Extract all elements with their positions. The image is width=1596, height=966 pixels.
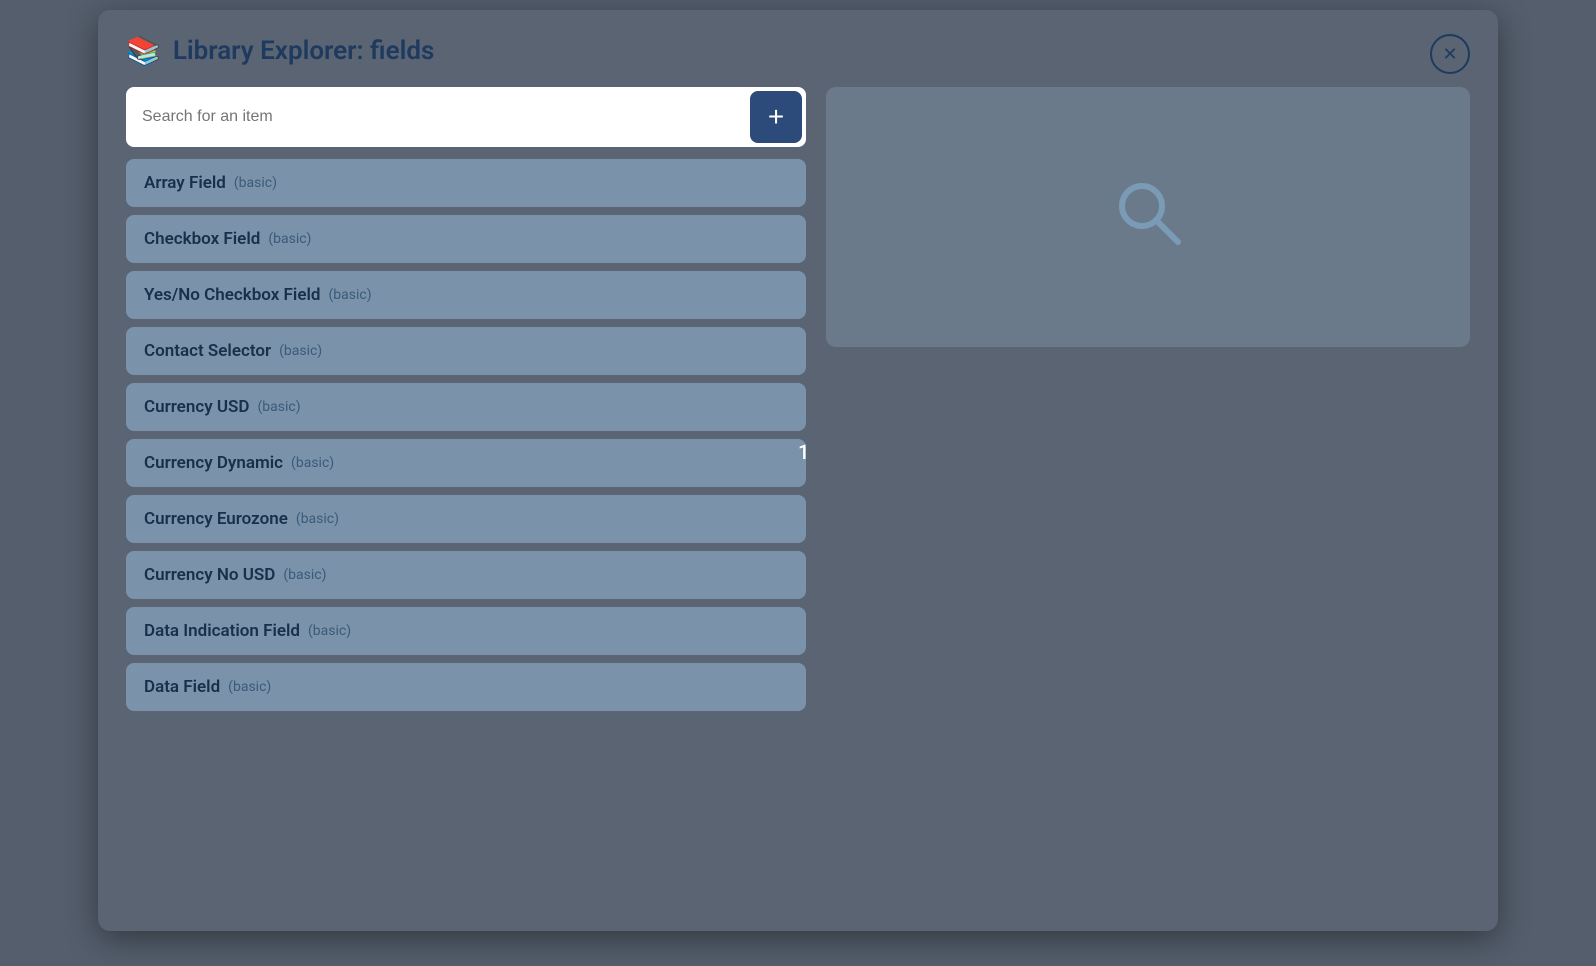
item-name: Checkbox Field	[144, 229, 260, 249]
item-badge: (basic)	[234, 175, 277, 191]
item-name: Contact Selector	[144, 341, 271, 361]
item-badge: (basic)	[308, 623, 351, 639]
list-item[interactable]: Checkbox Field (basic)	[126, 215, 806, 263]
list-item[interactable]: Data Indication Field (basic)	[126, 607, 806, 655]
left-panel: + Array Field (basic) Checkbox Field (basic…	[126, 87, 806, 907]
item-name: Array Field	[144, 173, 226, 193]
page-number: 1	[798, 440, 809, 464]
item-name: Data Field	[144, 677, 220, 697]
list-item[interactable]: Contact Selector (basic)	[126, 327, 806, 375]
item-badge: (basic)	[328, 287, 371, 303]
items-list: Array Field(basic)Checkbox Field(basic)Y…	[126, 159, 806, 907]
books-icon: 📚	[126, 34, 161, 67]
item-badge: (basic)	[257, 399, 300, 415]
modal-title-group: 📚 Library Explorer: fields	[126, 34, 434, 67]
search-input[interactable]	[130, 100, 742, 134]
item-badge: (basic)	[268, 231, 311, 247]
close-button[interactable]: ✕	[1430, 34, 1470, 74]
search-placeholder-icon	[1108, 172, 1188, 262]
right-panel	[826, 87, 1470, 907]
modal-header: 📚 Library Explorer: fields ✕	[126, 34, 1470, 67]
list-item[interactable]: Currency USD (basic)	[126, 383, 806, 431]
item-badge: (basic)	[291, 455, 334, 471]
list-item[interactable]: Currency Eurozone (basic)	[126, 495, 806, 543]
list-item[interactable]: Data Field (basic)	[126, 663, 806, 711]
item-name: Currency USD	[144, 397, 249, 417]
item-name: Yes/No Checkbox Field	[144, 285, 320, 305]
item-badge: (basic)	[296, 511, 339, 527]
list-item[interactable]: Array Field (basic)	[126, 159, 806, 207]
item-name: Currency No USD	[144, 565, 275, 585]
list-item[interactable]: Currency Dynamic (basic)	[126, 439, 806, 487]
modal-overlay: 📚 Library Explorer: fields ✕ + Array Fie…	[0, 0, 1596, 966]
item-name: Currency Eurozone	[144, 509, 288, 529]
item-badge: (basic)	[228, 679, 271, 695]
modal: 📚 Library Explorer: fields ✕ + Array Fie…	[98, 10, 1498, 931]
search-row: +	[126, 87, 806, 147]
list-item[interactable]: Yes/No Checkbox Field (basic)	[126, 271, 806, 319]
item-name: Currency Dynamic	[144, 453, 283, 473]
item-badge: (basic)	[279, 343, 322, 359]
list-item[interactable]: Currency No USD (basic)	[126, 551, 806, 599]
item-badge: (basic)	[283, 567, 326, 583]
add-button[interactable]: +	[750, 91, 802, 143]
preview-area	[826, 87, 1470, 347]
item-name: Data Indication Field	[144, 621, 300, 641]
modal-body: + Array Field (basic) Checkbox Field (basic…	[126, 87, 1470, 907]
modal-title: Library Explorer: fields	[173, 36, 434, 66]
